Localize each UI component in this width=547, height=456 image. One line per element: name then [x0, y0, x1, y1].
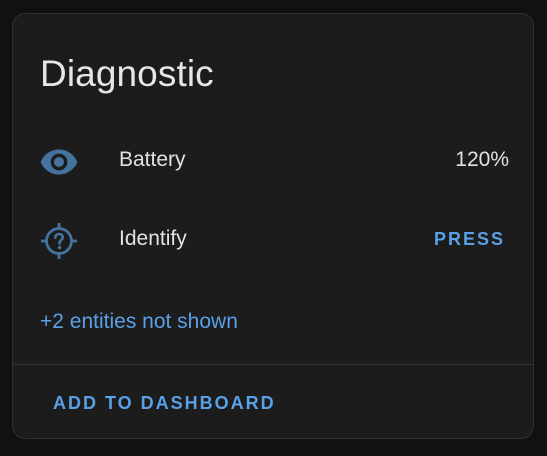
crosshairs-question-icon: [39, 221, 79, 261]
press-button[interactable]: PRESS: [422, 219, 517, 259]
entity-name: Battery: [119, 148, 186, 171]
hidden-entities-link[interactable]: +2 entities not shown: [40, 308, 238, 336]
entity-row-battery[interactable]: Battery 120%: [13, 132, 535, 188]
add-to-dashboard-button[interactable]: ADD TO DASHBOARD: [41, 384, 288, 422]
entity-row-identify[interactable]: Identify PRESS: [13, 211, 535, 267]
entity-name: Identify: [119, 227, 187, 250]
card-title: Diagnostic: [40, 53, 214, 94]
card-divider: [13, 364, 533, 365]
diagnostic-card: Diagnostic Battery 120% Identify PRESS +…: [12, 13, 534, 439]
eye-icon: [39, 142, 79, 182]
entity-state: 120%: [455, 148, 509, 171]
